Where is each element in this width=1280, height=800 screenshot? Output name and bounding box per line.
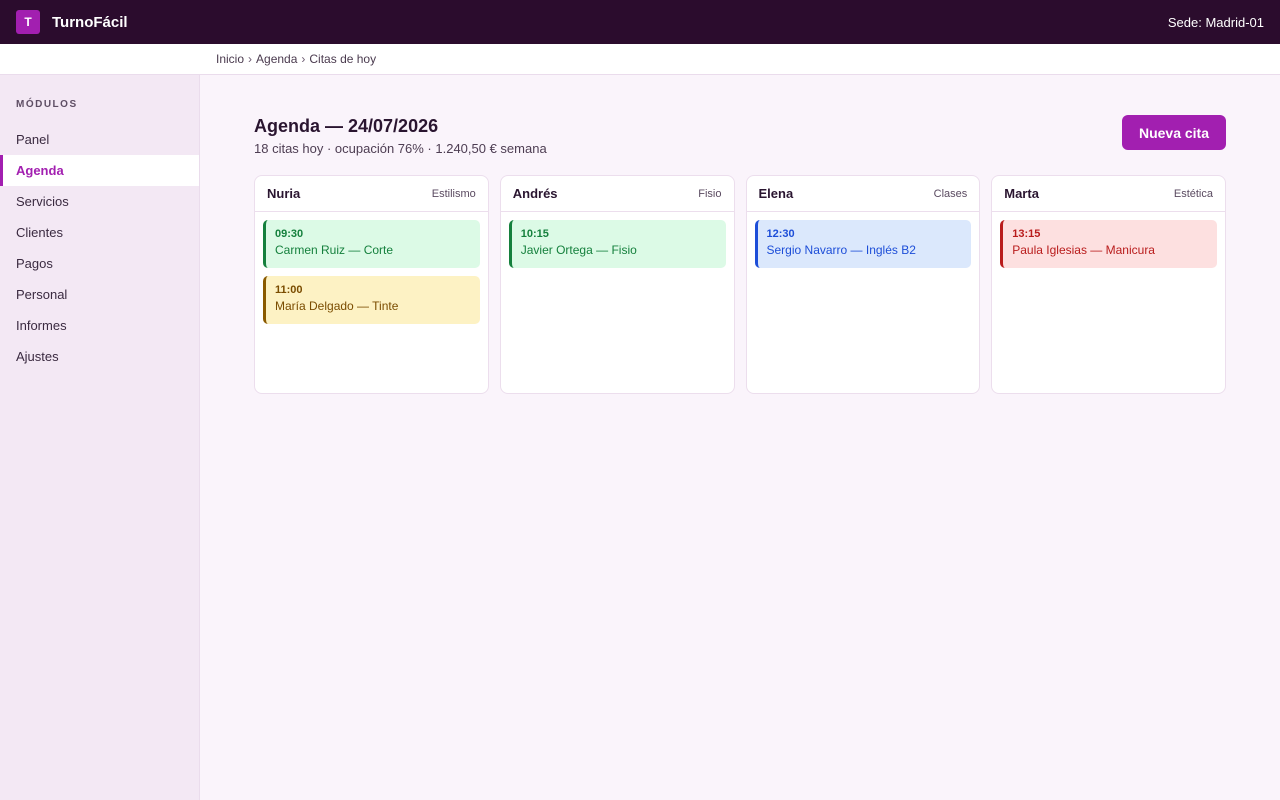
top-bar: T TurnoFácil Sede: Madrid-01 xyxy=(0,0,1280,44)
page-header: Agenda — 24/07/2026 18 citas hoy · ocupa… xyxy=(254,75,1226,175)
appointment-time: 13:15 xyxy=(1012,228,1041,240)
sidebar-item-panel[interactable]: Panel xyxy=(0,124,199,155)
breadcrumb-item-current: Citas de hoy xyxy=(309,52,377,66)
staff-name: Nuria xyxy=(267,186,301,201)
sidebar-item-informes[interactable]: Informes xyxy=(0,310,199,341)
breadcrumb-item-agenda[interactable]: Agenda xyxy=(256,52,297,66)
appointment-card[interactable]: 10:15 Javier Ortega — Fisio xyxy=(508,220,726,268)
staff-column: Nuria Estilismo 09:30 Carmen Ruiz — Corte 11… xyxy=(254,175,489,394)
staff-column: Andrés Fisio 10:15 Javier Ortega — Fisio xyxy=(499,175,735,394)
sidebar-item-clientes[interactable]: Clientes xyxy=(0,217,199,248)
staff-column-header: Elena Clases xyxy=(746,176,980,212)
staff-name: Marta xyxy=(1004,186,1039,201)
sidebar-item-personal[interactable]: Personal xyxy=(0,279,199,310)
breadcrumb-separator: › xyxy=(248,52,253,66)
staff-column-body: 13:15 Paula Iglesias — Manicura xyxy=(992,212,1225,284)
appointment-time: 10:15 xyxy=(520,228,549,240)
appointment-time: 11:00 xyxy=(275,284,303,296)
appointment-description: Sergio Navarro — Inglés B2 xyxy=(766,243,916,257)
appointment-card[interactable]: 09:30 Carmen Ruiz — Corte xyxy=(263,220,480,268)
sidebar-item-agenda[interactable]: Agenda xyxy=(0,155,199,186)
staff-name: Elena xyxy=(758,186,794,201)
appointment-time: 12:30 xyxy=(766,228,795,240)
app-title[interactable]: TurnoFácil xyxy=(52,14,128,31)
app-logo[interactable]: T xyxy=(16,10,40,34)
appointment-card[interactable]: 12:30 Sergio Navarro — Inglés B2 xyxy=(754,220,972,268)
staff-column-header: Nuria Estilismo xyxy=(255,176,488,212)
staff-column-body: 09:30 Carmen Ruiz — Corte 11:00 María Delga… xyxy=(255,212,488,340)
staff-column-body: 10:15 Javier Ortega — Fisio xyxy=(501,212,734,284)
staff-name: Andrés xyxy=(512,186,558,201)
sidebar-item-pagos[interactable]: Pagos xyxy=(0,248,199,279)
main-content: Agenda — 24/07/2026 18 citas hoy · ocupa… xyxy=(254,75,1226,394)
appointment-description: Javier Ortega — Fisio xyxy=(520,243,637,257)
staff-column-header: Marta Estética xyxy=(992,176,1225,212)
appointment-card[interactable]: 13:15 Paula Iglesias — Manicura xyxy=(1000,220,1217,268)
site-selector[interactable]: Sede: Madrid-01 xyxy=(1168,15,1264,30)
sidebar-nav: Panel Agenda Servicios Clientes Pagos Persona… xyxy=(0,124,199,372)
appointment-card[interactable]: 11:00 María Delgado — Tinte xyxy=(263,276,480,324)
staff-column: Marta Estética 13:15 Paula Iglesias — Manic… xyxy=(991,175,1226,394)
staff-column-body: 12:30 Sergio Navarro — Inglés B2 xyxy=(747,212,980,284)
staff-role: Estilismo xyxy=(431,187,476,200)
staff-role: Estética xyxy=(1173,187,1213,200)
breadcrumb-separator: › xyxy=(301,52,306,66)
staff-column: Elena Clases 12:30 Sergio Navarro — Inglés … xyxy=(745,175,981,394)
sidebar: MÓDULOS Panel Agenda Servicios Clientes Pago… xyxy=(0,75,200,800)
breadcrumb-item-inicio[interactable]: Inicio xyxy=(216,52,244,66)
breadcrumb: Inicio › Agenda › Citas de hoy xyxy=(0,44,1280,75)
staff-role: Fisio xyxy=(698,187,722,200)
new-appointment-button[interactable]: Nueva cita xyxy=(1122,115,1226,150)
staff-columns: Nuria Estilismo 09:30 Carmen Ruiz — Corte 11… xyxy=(254,175,1226,394)
page-title: Agenda — 24/07/2026 xyxy=(254,116,439,136)
staff-column-header: Andrés Fisio xyxy=(500,176,734,212)
sidebar-item-ajustes[interactable]: Ajustes xyxy=(0,341,199,372)
appointment-description: Paula Iglesias — Manicura xyxy=(1012,243,1155,257)
appointment-description: Carmen Ruiz — Corte xyxy=(275,243,394,257)
appointment-description: María Delgado — Tinte xyxy=(275,299,399,313)
sidebar-item-servicios[interactable]: Servicios xyxy=(0,186,199,217)
appointment-time: 09:30 xyxy=(275,228,304,240)
staff-role: Clases xyxy=(933,187,968,200)
sidebar-heading: MÓDULOS xyxy=(16,99,78,110)
page-summary: 18 citas hoy · ocupación 76% · 1.240,50 … xyxy=(254,141,547,156)
